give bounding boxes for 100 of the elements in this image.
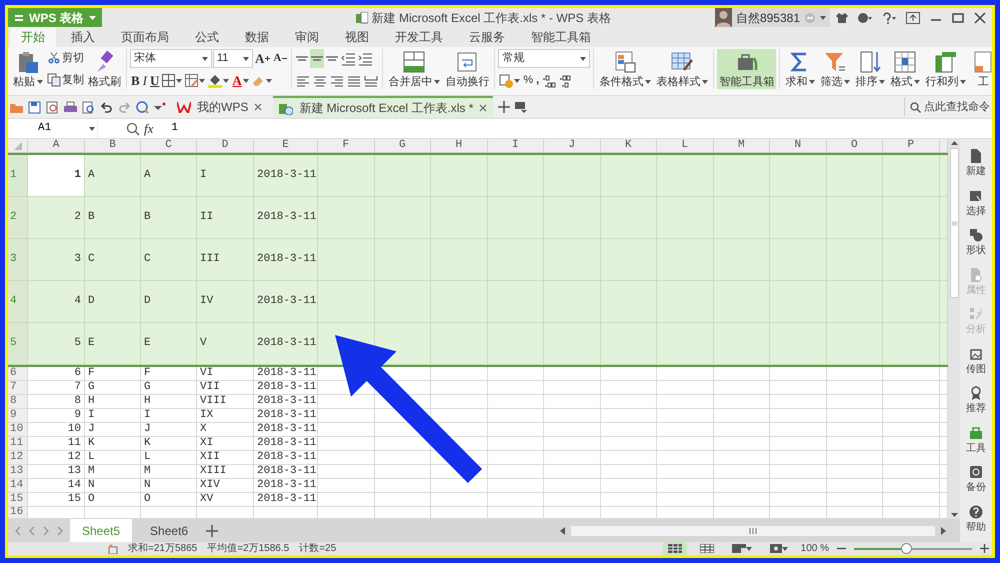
- ribbon-button[interactable]: 自动换行: [443, 49, 492, 89]
- save-icon[interactable]: [28, 100, 41, 114]
- side-panel-button[interactable]: 形状: [966, 228, 986, 266]
- row-header[interactable]: 8: [8, 395, 28, 409]
- bold-button[interactable]: B: [130, 71, 141, 90]
- sheet-tab[interactable]: Sheet6: [138, 519, 200, 542]
- side-panel-button[interactable]: 备份: [966, 465, 986, 502]
- caret-icon[interactable]: [223, 78, 230, 82]
- row-header[interactable]: 16: [8, 507, 28, 519]
- column-header[interactable]: D: [197, 139, 254, 153]
- caret-icon[interactable]: [782, 546, 788, 550]
- horizontal-scroll-thumb[interactable]: [571, 526, 935, 536]
- column-header[interactable]: P: [883, 139, 940, 153]
- caret-icon[interactable]: [960, 80, 966, 84]
- undo-icon[interactable]: [100, 100, 113, 114]
- name-box[interactable]: A1: [8, 120, 98, 138]
- caret-icon[interactable]: [746, 546, 752, 550]
- column-header[interactable]: C: [141, 139, 197, 153]
- search-input[interactable]: 点此查找命令: [924, 98, 992, 116]
- caret-icon[interactable]: [242, 78, 249, 82]
- column-header[interactable]: J: [544, 139, 600, 153]
- zoom-search-icon[interactable]: [126, 122, 140, 136]
- side-panel-button[interactable]: 工具: [966, 426, 986, 463]
- copy-button[interactable]: 复制: [46, 70, 85, 89]
- normal-view-button[interactable]: [662, 542, 687, 555]
- side-panel-button[interactable]: 帮助: [966, 504, 986, 542]
- scroll-left-icon[interactable]: [560, 526, 565, 534]
- italic-button[interactable]: I: [142, 71, 148, 90]
- ribbon-button[interactable]: 条件格式: [597, 49, 654, 89]
- macro-icon[interactable]: [108, 544, 118, 554]
- caret-icon[interactable]: [844, 80, 850, 84]
- caret-icon[interactable]: [580, 56, 586, 60]
- scroll-thumb[interactable]: [950, 148, 958, 298]
- side-panel-button[interactable]: 传图: [966, 346, 986, 384]
- scroll-down-icon[interactable]: [950, 513, 958, 517]
- increase-font-button[interactable]: A: [254, 49, 272, 68]
- ribbon-button[interactable]: 合并居中: [386, 49, 442, 89]
- menu-tab[interactable]: 插入: [60, 27, 106, 47]
- menu-tab[interactable]: 开发工具: [384, 27, 454, 47]
- skin-icon[interactable]: [858, 12, 872, 24]
- ribbon-button[interactable]: 求和: [783, 49, 818, 89]
- restore-up-icon[interactable]: [906, 12, 920, 24]
- export-icon[interactable]: [46, 100, 59, 114]
- insert-function-button[interactable]: fx: [144, 118, 154, 138]
- column-header[interactable]: I: [488, 139, 544, 153]
- shirt-icon[interactable]: [836, 12, 848, 24]
- print-preview-icon[interactable]: [82, 100, 95, 114]
- ribbon-toggle-icon[interactable]: [515, 101, 528, 113]
- caret-icon[interactable]: [434, 80, 440, 84]
- row-header[interactable]: 11: [8, 437, 28, 451]
- new-tab-icon[interactable]: [498, 101, 510, 113]
- document-tab[interactable]: 我的WPS: [171, 96, 268, 118]
- caret-icon[interactable]: [879, 80, 886, 84]
- row-header[interactable]: 10: [8, 423, 28, 437]
- ribbon-button[interactable]: 筛选: [818, 49, 852, 89]
- column-header[interactable]: H: [431, 139, 488, 153]
- borders-button[interactable]: [161, 71, 184, 90]
- name-box-input[interactable]: A1: [38, 120, 78, 137]
- close-icon[interactable]: [974, 12, 986, 24]
- row-header[interactable]: 12: [8, 451, 28, 465]
- menu-tab[interactable]: 审阅: [284, 27, 330, 47]
- ribbon-button[interactable]: 格式: [888, 49, 922, 89]
- ribbon-button[interactable]: 智能工具箱: [717, 49, 776, 89]
- side-panel-button[interactable]: 新建: [966, 149, 986, 186]
- font-size-dropdown[interactable]: 11: [213, 49, 253, 68]
- caret-icon[interactable]: [645, 80, 652, 84]
- comma-button[interactable]: ,: [535, 71, 540, 90]
- column-header[interactable]: G: [374, 139, 431, 153]
- menu-tab[interactable]: 数据: [234, 27, 280, 47]
- column-header[interactable]: N: [770, 139, 826, 153]
- cut-button[interactable]: 剪切: [46, 49, 85, 68]
- caret-icon[interactable]: [820, 16, 826, 20]
- print-icon[interactable]: [64, 100, 77, 114]
- customize-icon[interactable]: [154, 102, 166, 112]
- zoom-in-icon[interactable]: [980, 544, 989, 553]
- menu-tab[interactable]: 开始: [10, 27, 56, 47]
- column-header[interactable]: L: [657, 139, 714, 153]
- caret-icon[interactable]: [809, 80, 816, 84]
- menu-tab[interactable]: 公式: [184, 27, 230, 47]
- menu-tab[interactable]: 智能工具箱: [520, 27, 602, 47]
- column-header[interactable]: F: [318, 139, 374, 153]
- decrease-font-button[interactable]: A: [272, 49, 288, 68]
- row-header[interactable]: 13: [8, 465, 28, 479]
- caret-icon[interactable]: [89, 126, 95, 130]
- menu-tab[interactable]: 云服务: [458, 27, 516, 47]
- close-icon[interactable]: [254, 103, 262, 111]
- column-header[interactable]: K: [600, 139, 657, 153]
- ribbon-button[interactable]: 表格样式: [654, 49, 710, 89]
- caret-icon[interactable]: [202, 56, 208, 60]
- help-icon[interactable]: [882, 12, 896, 24]
- side-panel-button[interactable]: 推荐: [966, 386, 986, 424]
- caret-icon[interactable]: [176, 78, 182, 82]
- scroll-right-icon[interactable]: [941, 526, 946, 534]
- vertical-scrollbar[interactable]: [948, 139, 960, 519]
- row-header[interactable]: 9: [8, 409, 28, 423]
- font-color-button[interactable]: A: [231, 71, 250, 90]
- caret-icon[interactable]: [37, 80, 43, 84]
- sheet-tab[interactable]: Sheet5: [70, 519, 132, 542]
- column-header[interactable]: A: [28, 139, 85, 153]
- font-name-dropdown[interactable]: 宋体: [130, 49, 212, 68]
